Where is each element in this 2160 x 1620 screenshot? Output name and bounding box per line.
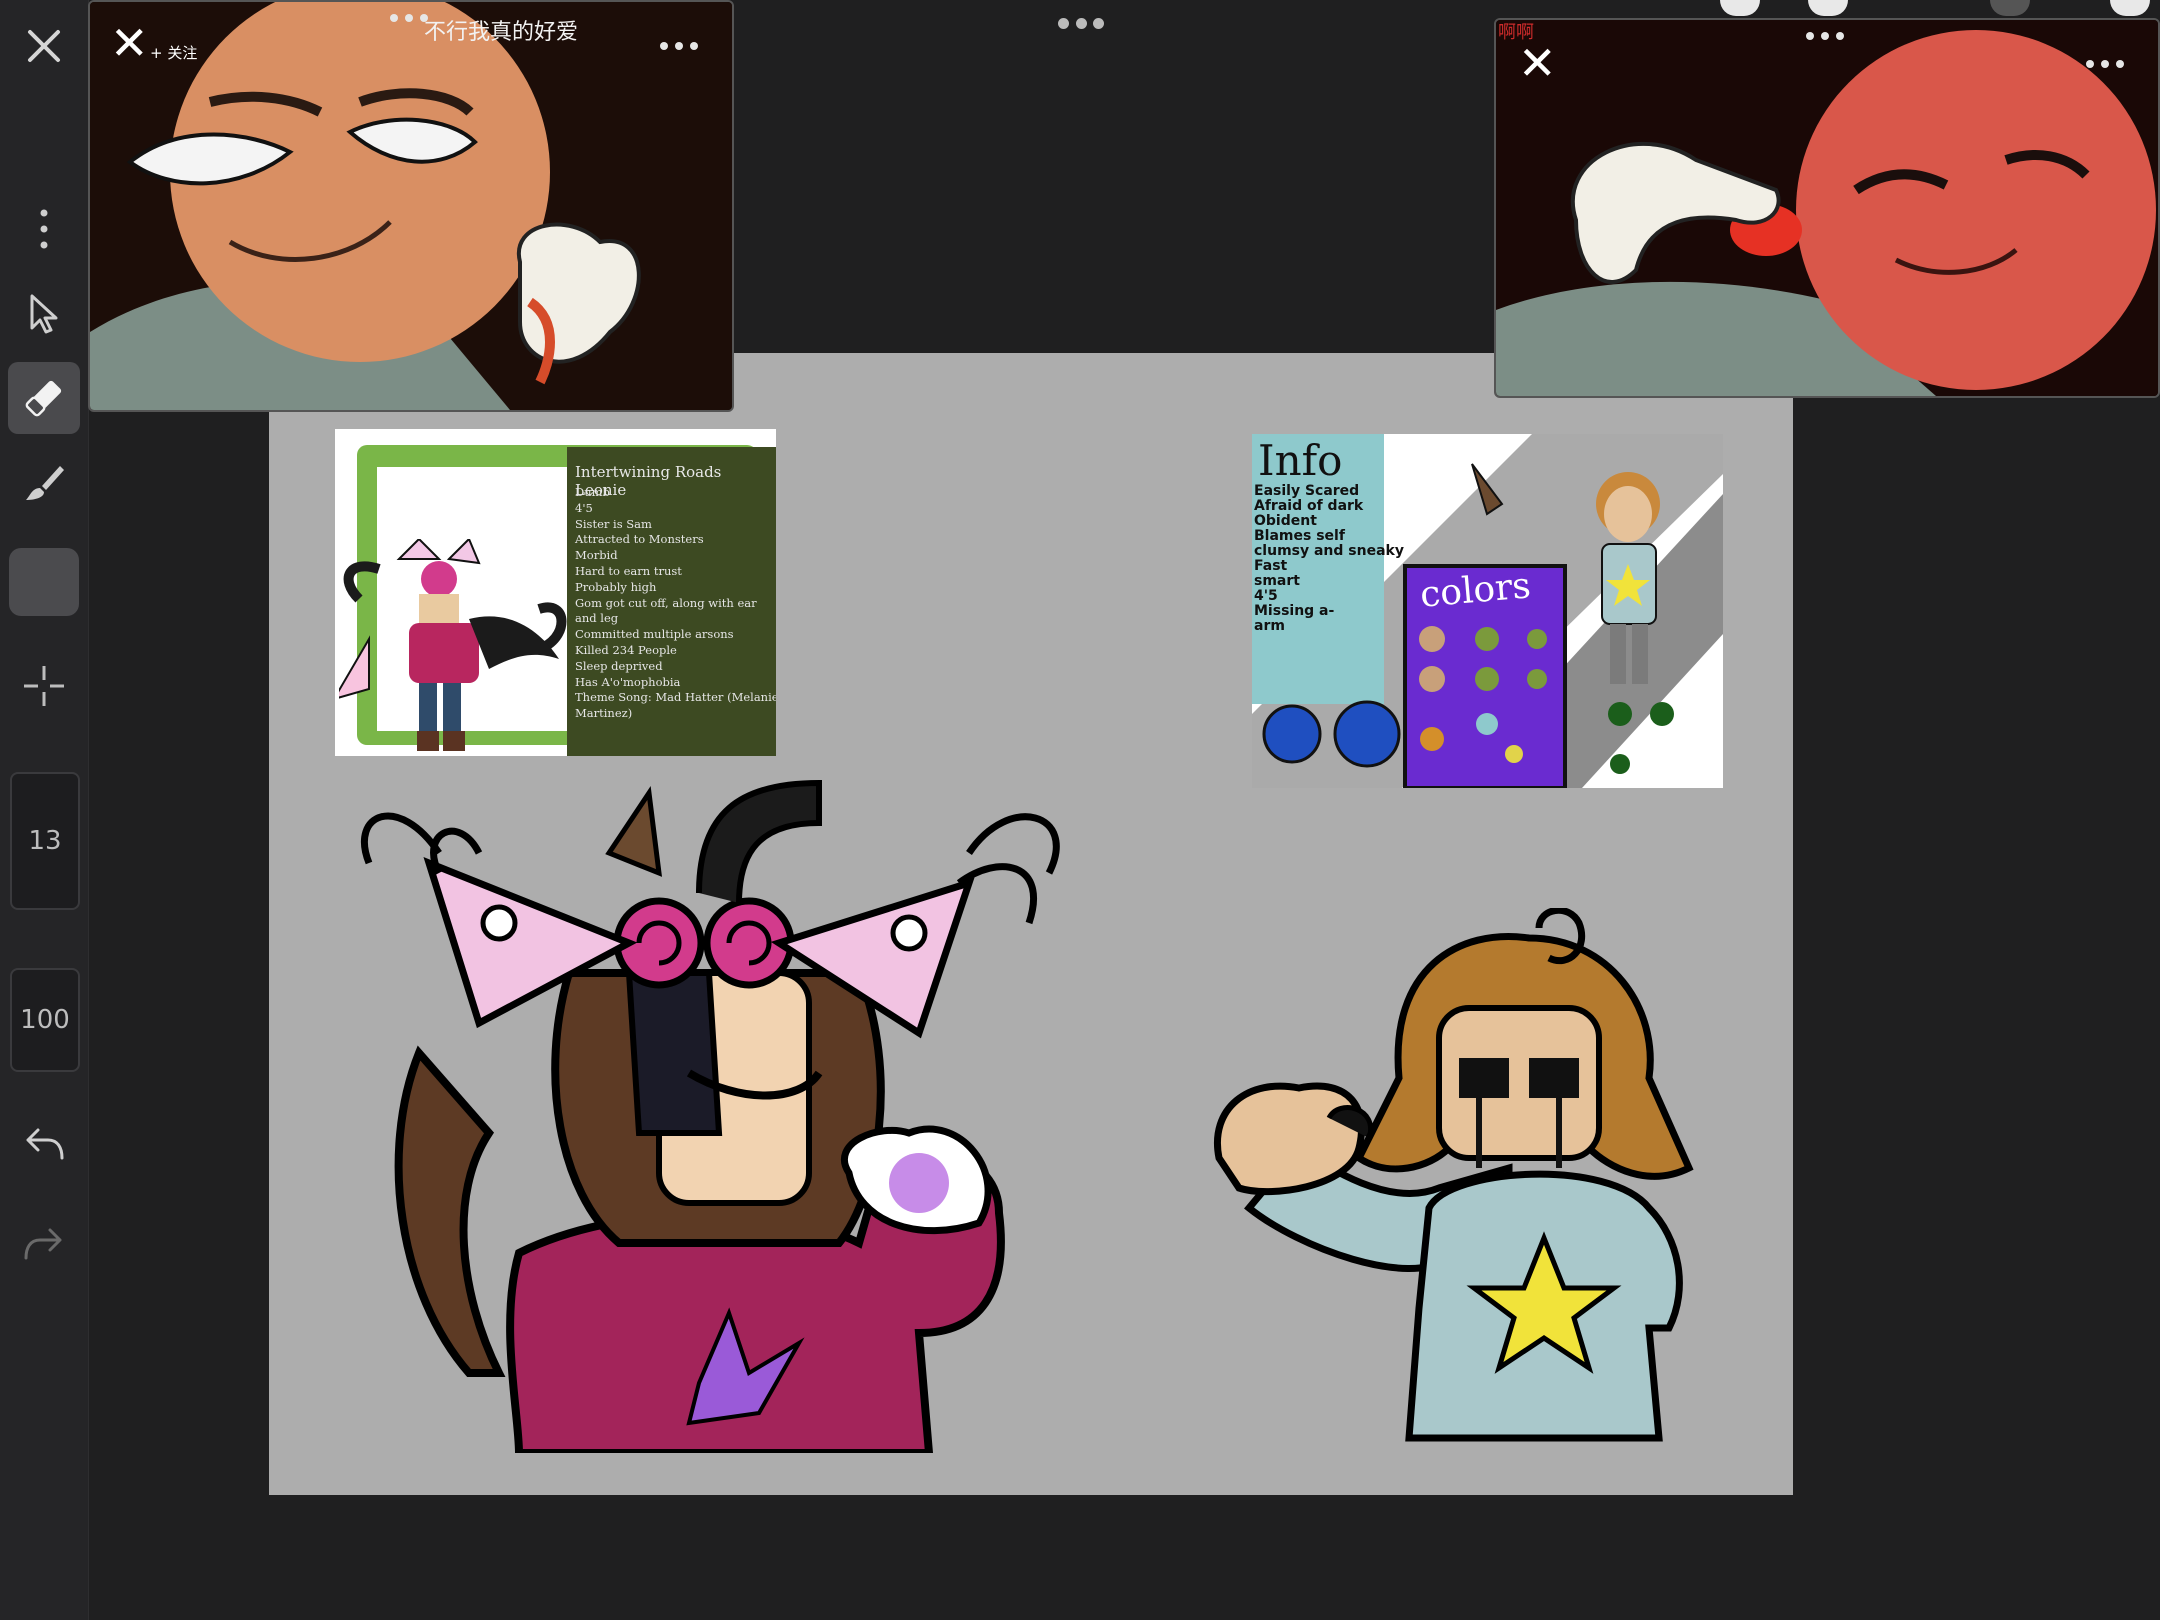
selection-arrow-icon — [30, 294, 58, 334]
info-line: Committed multiple arsons — [575, 627, 734, 642]
info-line: Dumb — [575, 485, 610, 499]
more-options-button[interactable] — [8, 193, 80, 265]
brush-size-slider[interactable]: 13 — [10, 772, 80, 910]
video-frame-left — [90, 2, 732, 410]
close-video-right-button[interactable]: ✕ — [1518, 40, 1557, 86]
video-left-more-button[interactable] — [660, 42, 698, 50]
info-panel: Intertwining Roads Leonie Dumb 4'5 Sister … — [567, 447, 776, 756]
video-right-handle-dots[interactable] — [1806, 32, 1844, 40]
leonie-thumbnail-figure — [339, 539, 567, 751]
info-line: and leg — [575, 611, 619, 626]
reference-image-leonie[interactable]: Intertwining Roads Leonie Dumb 4'5 Sister … — [335, 429, 776, 756]
close-button[interactable] — [8, 10, 80, 82]
info-line: Sleep deprived — [575, 658, 663, 673]
info-title: Info — [1258, 436, 1343, 485]
floating-video-right[interactable]: ✕ 啊啊 — [1494, 18, 2160, 398]
opacity-value: 100 — [20, 1005, 70, 1035]
info-line: clumsy and sneaky — [1254, 543, 1404, 559]
brush-size-value: 13 — [28, 826, 62, 856]
close-icon — [28, 30, 60, 62]
info-line: Martinez) — [575, 706, 633, 721]
brush-icon — [26, 466, 64, 500]
undo-icon — [26, 1128, 64, 1160]
leonie-drawing — [360, 779, 1060, 1453]
video-frame-right — [1496, 20, 2158, 396]
undo-button[interactable] — [8, 1108, 80, 1180]
follow-button[interactable]: + 关注 — [150, 42, 197, 63]
eraser-icon — [25, 380, 62, 417]
redo-icon — [24, 1228, 62, 1260]
status-indicators — [1720, 0, 2160, 16]
more-icon — [40, 209, 48, 249]
info-line: Afraid of dark — [1254, 498, 1364, 514]
video-title: 不行我真的好爱 — [424, 20, 579, 45]
info-line: Morbid — [575, 548, 618, 563]
transform-tool-button[interactable] — [8, 650, 80, 722]
color-swatch[interactable] — [9, 548, 79, 616]
info-line: Easily Scared — [1254, 483, 1360, 499]
info-line: Sister is Sam — [575, 516, 652, 531]
info-line: Probably high — [575, 579, 657, 594]
info-line: 4'5 — [1254, 588, 1278, 604]
info-line: Missing a- — [1254, 603, 1335, 619]
opacity-slider[interactable]: 100 — [10, 968, 80, 1072]
brush-tool-button[interactable] — [8, 446, 80, 518]
info-line: Killed 234 People — [575, 642, 677, 657]
redo-button[interactable] — [8, 1208, 80, 1280]
info-line: Attracted to Monsters — [575, 532, 704, 547]
star-sweater-drawing — [1214, 908, 1694, 1442]
info-line: Blames self — [1254, 528, 1345, 544]
info-line: Has A'o'mophobia — [575, 674, 681, 689]
info-line: Gom got cut off, along with ear — [575, 595, 757, 610]
info-line: arm — [1254, 618, 1285, 634]
left-toolbar: 13 100 — [0, 0, 89, 1620]
multitasking-dots[interactable] — [1058, 18, 1104, 30]
info-line: smart — [1254, 573, 1300, 589]
info-line: Obident — [1254, 513, 1317, 529]
floating-video-left[interactable]: ✕ + 关注 不行我真的好爱 — [88, 0, 734, 412]
reference-image-info[interactable]: Info Easily Scared Afraid of dark Obident B… — [1252, 434, 1723, 788]
info-line: Hard to earn trust — [575, 563, 682, 578]
drawing-canvas[interactable]: Intertwining Roads Leonie Dumb 4'5 Sister … — [269, 353, 1793, 1495]
video-overlay-text: 啊啊 — [1498, 22, 1534, 43]
info-line: Fast — [1254, 558, 1288, 574]
transform-icon — [24, 666, 64, 706]
info-lines: Dumb 4'5 Sister is Sam Attracted to Monster… — [575, 485, 776, 722]
eraser-tool-button[interactable] — [8, 362, 80, 434]
info-lines: Easily Scared Afraid of dark Obident Blames… — [1254, 483, 1404, 634]
close-video-left-button[interactable]: ✕ — [110, 20, 149, 66]
info-line: 4'5 — [575, 500, 593, 515]
video-right-more-button[interactable] — [2086, 60, 2124, 68]
info-line: Theme Song: Mad Hatter (Melanie — [575, 690, 776, 705]
selection-tool-button[interactable] — [8, 278, 80, 350]
video-left-handle-dots[interactable] — [390, 14, 428, 22]
